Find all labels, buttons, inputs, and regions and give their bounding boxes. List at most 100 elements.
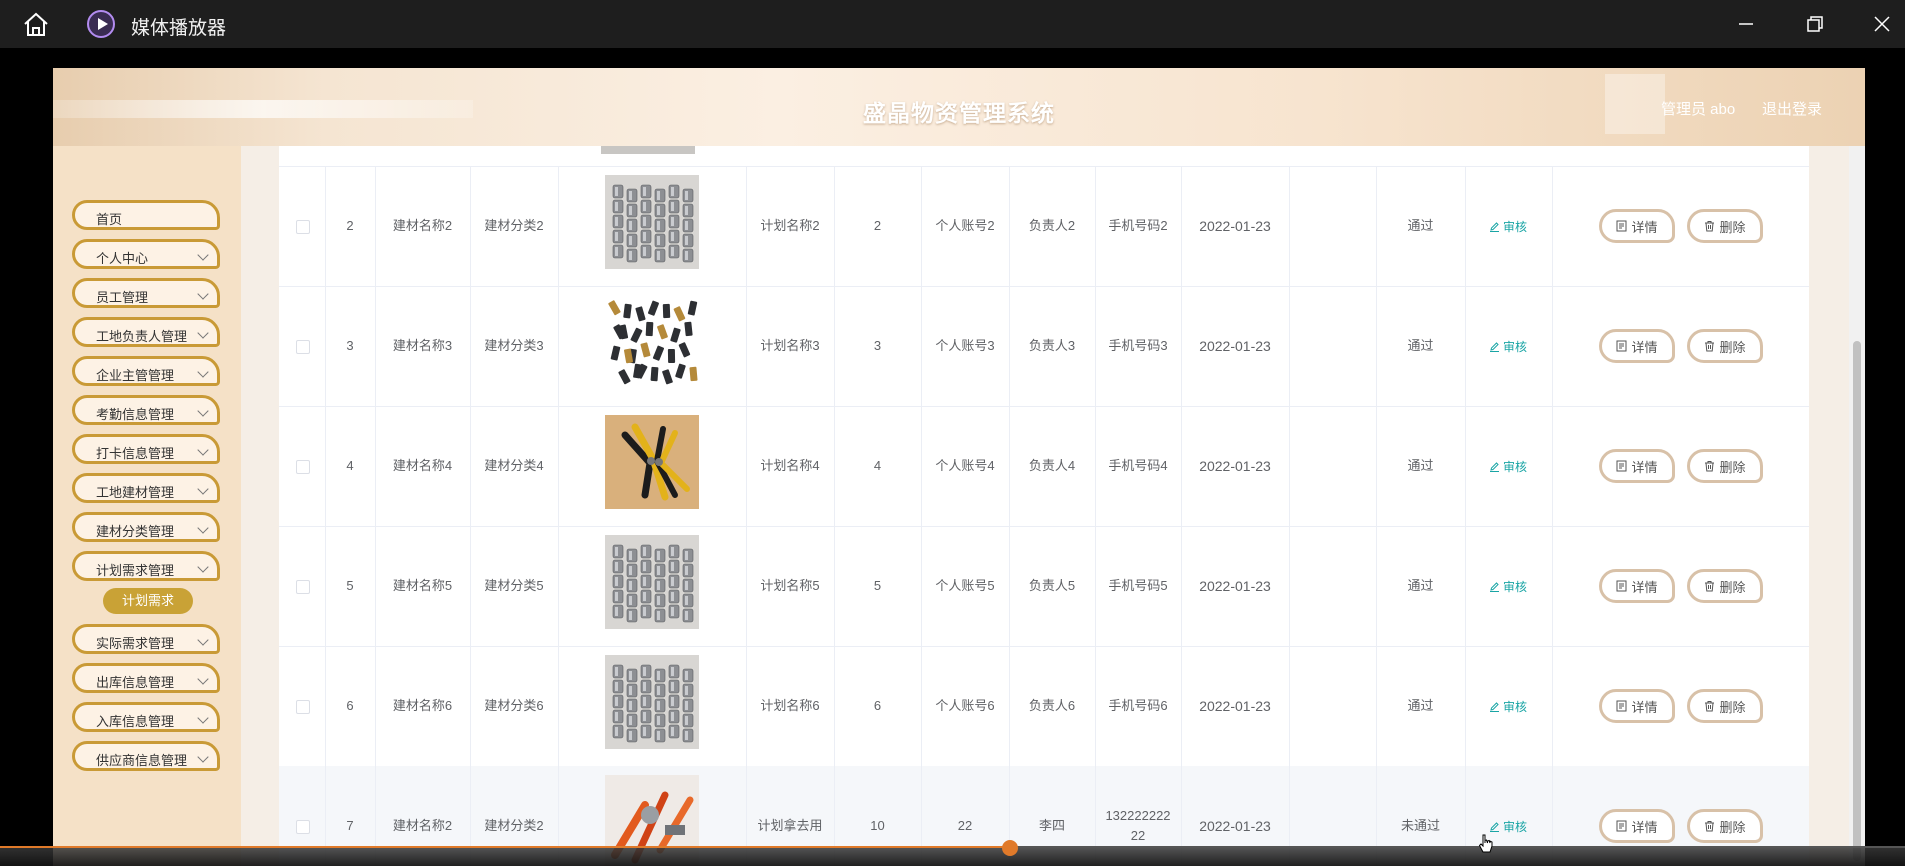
material-image [605, 655, 699, 749]
audit-link[interactable]: 审核 [1489, 578, 1527, 595]
cell-plan: 计划名称3 [760, 338, 820, 353]
sidebar-item-4[interactable]: 企业主管管理 [72, 356, 220, 386]
delete-button[interactable]: 删除 [1687, 209, 1763, 243]
detail-button[interactable]: 详情 [1599, 329, 1675, 363]
row-checkbox[interactable] [296, 700, 310, 714]
sidebar-item-7[interactable]: 工地建材管理 [72, 473, 220, 503]
sidebar-item-2[interactable]: 员工管理 [72, 278, 220, 308]
detail-label: 详情 [1631, 339, 1658, 355]
chevron-down-icon [197, 634, 209, 646]
sidebar-item-10[interactable]: 实际需求管理 [72, 624, 220, 654]
document-icon [1616, 220, 1627, 232]
delete-label: 删除 [1719, 339, 1746, 355]
delete-button[interactable]: 删除 [1687, 689, 1763, 723]
delete-button[interactable]: 删除 [1687, 449, 1763, 483]
sidebar-item-label: 计划需求管理 [96, 563, 175, 578]
detail-button[interactable]: 详情 [1599, 689, 1675, 723]
sidebar-item-5[interactable]: 考勤信息管理 [72, 395, 220, 425]
sidebar-item-13[interactable]: 供应商信息管理 [72, 741, 220, 771]
cell-account: 个人账号6 [935, 698, 995, 713]
sidebar-item-1[interactable]: 个人中心 [72, 239, 220, 269]
detail-button[interactable]: 详情 [1599, 809, 1675, 843]
sidebar-item-12[interactable]: 入库信息管理 [72, 702, 220, 732]
scrollbar-thumb[interactable] [1853, 341, 1861, 861]
sidebar-item-label: 实际需求管理 [96, 636, 175, 651]
home-icon[interactable] [22, 11, 50, 37]
cell-account: 个人账号2 [935, 218, 995, 233]
delete-label: 删除 [1719, 819, 1746, 835]
row-checkbox[interactable] [296, 820, 310, 834]
trash-icon [1705, 701, 1715, 712]
audit-link[interactable]: 审核 [1489, 698, 1527, 715]
vertical-scrollbar[interactable] [1849, 146, 1865, 866]
audit-link[interactable]: 审核 [1489, 458, 1527, 475]
cell-index: 5 [346, 578, 354, 593]
detail-button[interactable]: 详情 [1599, 449, 1675, 483]
cell-plan: 计划名称5 [760, 578, 820, 593]
audit-link[interactable]: 审核 [1489, 338, 1527, 355]
delete-button[interactable]: 删除 [1687, 569, 1763, 603]
chevron-down-icon [197, 712, 209, 724]
row-checkbox[interactable] [296, 580, 310, 594]
edit-icon [1490, 342, 1499, 352]
cell-index: 3 [346, 338, 354, 353]
edit-icon [1490, 582, 1499, 592]
detail-label: 详情 [1631, 699, 1658, 715]
cell-name: 建材名称2 [392, 218, 453, 233]
sidebar-item-label: 工地负责人管理 [96, 329, 188, 344]
progress-knob[interactable] [1001, 840, 1018, 856]
sidebar-subitem-plan-demand[interactable]: 计划需求 [103, 588, 193, 614]
current-user: 管理员 abo [1661, 101, 1736, 118]
detail-button[interactable]: 详情 [1599, 209, 1675, 243]
main-content: 2 建材名称2 建材分类2 计划名称2 2 个人账号2 负责人2 手机号码2 2022-01-2… [241, 146, 1865, 866]
cell-phone: 手机号码2 [1108, 218, 1168, 233]
chevron-down-icon [197, 673, 209, 685]
cell-plan: 计划名称4 [760, 458, 820, 473]
row-checkbox[interactable] [296, 460, 310, 474]
document-icon [1616, 820, 1627, 832]
cell-account: 个人账号3 [935, 338, 995, 353]
sidebar-item-11[interactable]: 出库信息管理 [72, 663, 220, 693]
sidebar-item-3[interactable]: 工地负责人管理 [72, 317, 220, 347]
audit-link[interactable]: 审核 [1489, 818, 1527, 835]
app-header: 盛晶物资管理系统 管理员 abo 退出登录 [53, 68, 1865, 146]
trash-icon [1705, 821, 1715, 832]
delete-button[interactable]: 删除 [1687, 809, 1763, 843]
cell-account: 个人账号4 [935, 458, 995, 473]
sidebar-item-label: 工地建材管理 [96, 485, 175, 500]
chevron-down-icon [197, 751, 209, 763]
document-icon [1616, 460, 1627, 472]
cell-date: 2022-01-23 [1199, 458, 1271, 474]
row-checkbox[interactable] [296, 340, 310, 354]
close-icon[interactable] [1870, 12, 1894, 36]
table-row: 3 建材名称3 建材分类3 计划名称3 3 个人账号3 负责人3 手机号码3 2022-01-2… [279, 286, 1809, 407]
delete-label: 删除 [1719, 699, 1746, 715]
image-thumbnail [601, 146, 695, 154]
minimize-icon[interactable] [1734, 12, 1758, 36]
media-player-app-icon [87, 10, 115, 38]
sidebar: 首页个人中心员工管理工地负责人管理企业主管管理 考勤信息管理 打卡信息管理工地建材管… [53, 146, 241, 866]
delete-button[interactable]: 删除 [1687, 329, 1763, 363]
sidebar-item-6[interactable]: 打卡信息管理 [72, 434, 220, 464]
cell-manager: 负责人2 [1028, 218, 1076, 233]
cell-qty: 2 [873, 218, 882, 233]
window-title: 媒体播放器 [131, 18, 227, 39]
mouse-cursor-icon [1478, 834, 1493, 853]
row-checkbox[interactable] [296, 220, 310, 234]
audit-label: 审核 [1503, 820, 1528, 834]
sidebar-item-9[interactable]: 计划需求管理 [72, 551, 220, 581]
cell-index: 6 [346, 698, 354, 713]
detail-button[interactable]: 详情 [1599, 569, 1675, 603]
sidebar-item-8[interactable]: 建材分类管理 [72, 512, 220, 542]
cell-status: 通过 [1407, 218, 1434, 233]
logout-link[interactable]: 退出登录 [1762, 98, 1822, 119]
chevron-down-icon [197, 522, 209, 534]
sidebar-item-0[interactable]: 首页 [72, 200, 220, 230]
sidebar-item-label: 首页 [96, 212, 123, 227]
delete-label: 删除 [1719, 459, 1746, 475]
material-image [605, 295, 699, 389]
document-icon [1616, 580, 1627, 592]
delete-label: 删除 [1719, 579, 1746, 595]
audit-link[interactable]: 审核 [1489, 218, 1527, 235]
restore-icon[interactable] [1803, 12, 1827, 36]
